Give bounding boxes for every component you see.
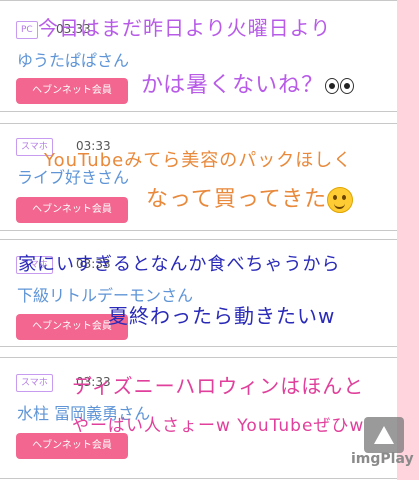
- overlay-text: 今日はまだ昨日より火曜日より: [38, 16, 332, 40]
- member-button[interactable]: ヘブンネット会員: [16, 433, 128, 459]
- overlay-text: なって買ってきた: [146, 187, 328, 212]
- device-badge: スマホ: [16, 374, 53, 392]
- member-button[interactable]: ヘブンネット会員: [16, 197, 128, 223]
- overlay-text-line: かは暑くないね？: [141, 67, 355, 99]
- camera-icon: [364, 417, 404, 453]
- eyes-emoji-icon: [324, 73, 355, 98]
- smiling-face-emoji-icon: [327, 187, 354, 213]
- poster-name[interactable]: ゆうたぱぱさん: [17, 47, 129, 71]
- post-card[interactable]: スマホ 03:33 ライブ好きさん ヘブンネット会員: [0, 123, 397, 231]
- overlay-text: やーばい人さょーw YouTubeぜひw: [72, 416, 365, 436]
- member-button[interactable]: ヘブンネット会員: [16, 78, 128, 104]
- overlay-text: かは暑くないね？: [141, 73, 325, 98]
- overlay-text-line: なって買ってきた: [146, 181, 354, 213]
- device-badge: PC: [16, 21, 38, 39]
- side-band: [397, 0, 419, 480]
- overlay-text: 家にいすぎるとなんか食べちゃうから: [18, 254, 341, 275]
- overlay-text: ディズニーハロウィンはほんと: [72, 374, 365, 398]
- overlay-text: YouTubeみてら美容のパックほしく: [44, 150, 353, 171]
- watermark-text: imgPlay: [351, 451, 414, 467]
- overlay-text: 夏終わったら動きたいw: [108, 304, 336, 328]
